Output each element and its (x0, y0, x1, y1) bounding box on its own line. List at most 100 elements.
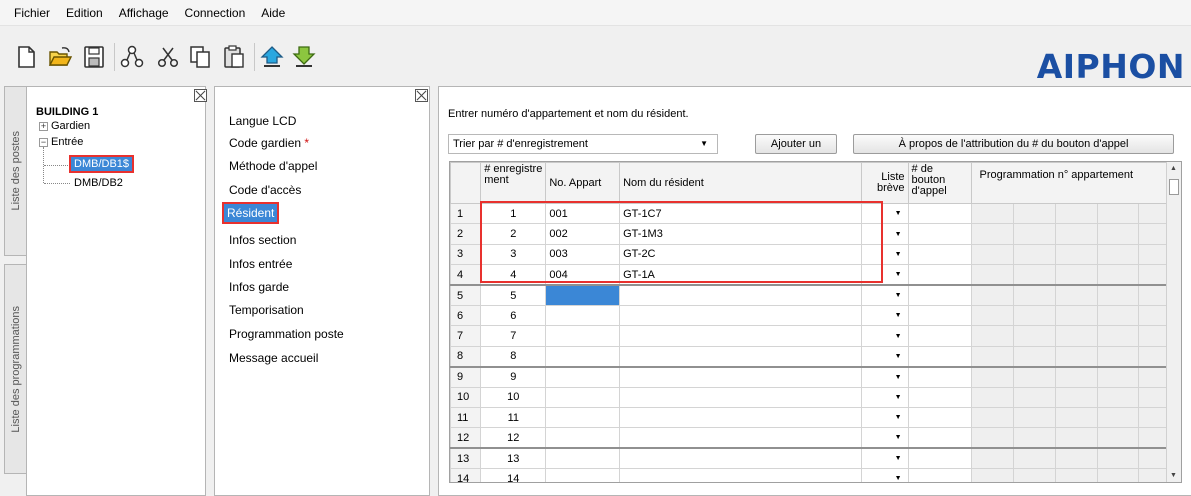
apartment-programming-cell[interactable] (1013, 365, 1056, 388)
apartment-cell[interactable] (545, 386, 621, 408)
setting-station-programming[interactable]: Programmation poste (229, 327, 344, 341)
scroll-down-icon[interactable]: ▼ (1170, 472, 1177, 479)
apartment-cell[interactable]: 001 (545, 202, 621, 225)
apartment-programming-cell[interactable] (1096, 365, 1140, 388)
call-button-cell[interactable] (907, 427, 973, 449)
apartment-cell[interactable]: 004 (545, 264, 621, 286)
apartment-programming-cell[interactable] (1054, 427, 1098, 449)
apartment-programming-cell[interactable] (1013, 223, 1056, 245)
short-list-dropdown[interactable]: ▼ (860, 345, 909, 368)
apartment-programming-cell[interactable] (1054, 468, 1098, 482)
apartment-programming-cell[interactable] (1013, 284, 1056, 306)
call-button-cell[interactable] (907, 365, 973, 388)
apartment-programming-cell[interactable] (1054, 264, 1098, 286)
apartment-cell[interactable] (545, 406, 621, 429)
resident-name-cell[interactable] (619, 406, 862, 429)
apartment-cell[interactable] (545, 468, 621, 482)
resident-name-cell[interactable]: GT-1M3 (619, 223, 862, 245)
paste-icon[interactable] (220, 43, 248, 71)
registration-cell[interactable]: 5 (480, 284, 547, 306)
table-row[interactable]: 8 8 ▼ (450, 345, 1181, 368)
tree-leaf-dmb-db1[interactable]: DMB/DB1$ (68, 155, 135, 173)
resident-name-cell[interactable]: GT-2C (619, 243, 862, 266)
apartment-programming-cell[interactable] (1096, 325, 1140, 347)
short-list-dropdown[interactable]: ▼ (860, 406, 909, 429)
add-button[interactable]: Ajouter un (755, 134, 837, 154)
registration-cell[interactable]: 1 (480, 202, 547, 225)
apartment-programming-cell[interactable] (1013, 243, 1056, 266)
apartment-cell[interactable] (545, 284, 621, 306)
column-header-apartment-programming[interactable]: Programmation n° appartement (971, 162, 1181, 204)
apartment-programming-cell[interactable] (1096, 223, 1140, 245)
registration-cell[interactable]: 7 (480, 325, 547, 347)
apartment-programming-cell[interactable] (1096, 243, 1140, 266)
menu-edition[interactable]: Edition (58, 0, 111, 26)
apartment-cell[interactable] (545, 325, 621, 347)
call-button-cell[interactable] (907, 447, 973, 470)
call-button-cell[interactable] (907, 325, 973, 347)
resident-name-cell[interactable] (619, 325, 862, 347)
registration-cell[interactable]: 13 (480, 447, 547, 470)
about-call-button-assignment-button[interactable]: À propos de l'attribution du # du bouton… (853, 134, 1174, 154)
apartment-programming-cell[interactable] (971, 345, 1015, 368)
apartment-programming-cell[interactable] (1096, 304, 1140, 327)
call-button-cell[interactable] (907, 304, 973, 327)
table-row[interactable]: 5 5 ▼ (450, 284, 1181, 306)
call-button-cell[interactable] (907, 406, 973, 429)
table-row[interactable]: 6 6 ▼ (450, 304, 1181, 327)
apartment-programming-cell[interactable] (1054, 345, 1098, 368)
setting-welcome-message[interactable]: Message accueil (229, 351, 318, 365)
column-header-call-button[interactable]: # de bouton d'appel (907, 162, 973, 204)
call-button-cell[interactable] (907, 468, 973, 482)
apartment-programming-cell[interactable] (1013, 264, 1056, 286)
short-list-dropdown[interactable]: ▼ (860, 325, 909, 347)
apartment-programming-cell[interactable] (1096, 427, 1140, 449)
resident-name-cell[interactable] (619, 427, 862, 449)
setting-guard-code[interactable]: Code gardien * (229, 136, 309, 150)
short-list-dropdown[interactable]: ▼ (860, 427, 909, 449)
open-folder-icon[interactable] (46, 43, 74, 71)
resident-name-cell[interactable]: GT-1A (619, 264, 862, 286)
apartment-programming-cell[interactable] (971, 406, 1015, 429)
setting-lcd-language[interactable]: Langue LCD (229, 114, 296, 128)
new-file-icon[interactable] (12, 43, 40, 71)
upload-icon[interactable] (258, 43, 286, 71)
column-header-resident-name[interactable]: Nom du résident (619, 162, 862, 204)
registration-cell[interactable]: 4 (480, 264, 547, 286)
apartment-programming-cell[interactable] (1013, 406, 1056, 429)
apartment-programming-cell[interactable] (1013, 447, 1056, 470)
collapse-icon[interactable]: − (39, 137, 48, 147)
tab-stations-list[interactable]: Liste des postes (4, 86, 26, 256)
close-icon[interactable] (415, 89, 428, 102)
setting-call-method[interactable]: Méthode d'appel (229, 159, 317, 173)
resident-name-cell[interactable] (619, 365, 862, 388)
apartment-programming-cell[interactable] (971, 427, 1015, 449)
short-list-dropdown[interactable]: ▼ (860, 243, 909, 266)
registration-cell[interactable]: 12 (480, 427, 547, 449)
apartment-programming-cell[interactable] (1054, 386, 1098, 408)
vertical-scrollbar[interactable]: ▲ ▼ (1166, 162, 1181, 482)
apartment-programming-cell[interactable] (1096, 386, 1140, 408)
call-button-cell[interactable] (907, 243, 973, 266)
call-button-cell[interactable] (907, 264, 973, 286)
registration-cell[interactable]: 10 (480, 386, 547, 408)
apartment-programming-cell[interactable] (1054, 284, 1098, 306)
network-icon[interactable] (118, 43, 146, 71)
apartment-programming-cell[interactable] (1096, 406, 1140, 429)
sort-dropdown[interactable]: Trier par # d'enregistrement ▼ (448, 134, 718, 154)
registration-cell[interactable]: 6 (480, 304, 547, 327)
setting-resident[interactable]: Résident (221, 202, 280, 224)
apartment-cell[interactable] (545, 365, 621, 388)
short-list-dropdown[interactable]: ▼ (860, 447, 909, 470)
registration-cell[interactable]: 9 (480, 365, 547, 388)
apartment-cell[interactable] (545, 447, 621, 470)
apartment-programming-cell[interactable] (971, 284, 1015, 306)
resident-name-cell[interactable] (619, 304, 862, 327)
close-icon[interactable] (194, 89, 207, 102)
apartment-programming-cell[interactable] (971, 386, 1015, 408)
apartment-programming-cell[interactable] (1013, 427, 1056, 449)
apartment-programming-cell[interactable] (971, 223, 1015, 245)
apartment-programming-cell[interactable] (1054, 447, 1098, 470)
apartment-programming-cell[interactable] (971, 325, 1015, 347)
setting-timer[interactable]: Temporisation (229, 303, 304, 317)
